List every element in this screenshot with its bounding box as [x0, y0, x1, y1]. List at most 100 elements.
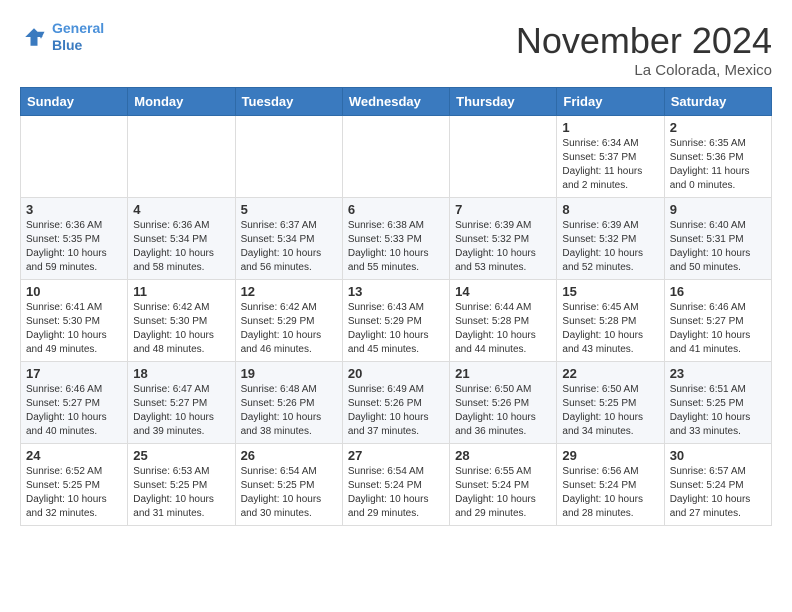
day-number: 18 [133, 366, 229, 381]
calendar-week-row: 3 Sunrise: 6:36 AM Sunset: 5:35 PM Daylig… [21, 198, 772, 280]
day-info: Sunrise: 6:52 AM Sunset: 5:25 PM Dayligh… [26, 465, 122, 521]
day-number: 10 [26, 284, 122, 299]
calendar-cell: 19Sunrise: 6:48 AM Sunset: 5:26 PM Dayli… [235, 362, 342, 444]
day-info: Sunrise: 6:54 AM Sunset: 5:24 PM Dayligh… [348, 465, 444, 521]
calendar-cell: 14Sunrise: 6:44 AM Sunset: 5:28 PM Dayli… [450, 280, 557, 362]
location: La Colorada, Mexico [516, 62, 772, 79]
day-info: Sunrise: 6:36 AM Sunset: 5:35 PM Dayligh… [26, 219, 122, 275]
day-info: Sunrise: 6:47 AM Sunset: 5:27 PM Dayligh… [133, 383, 229, 439]
day-info: Sunrise: 6:49 AM Sunset: 5:26 PM Dayligh… [348, 383, 444, 439]
day-number: 25 [133, 448, 229, 463]
day-number: 5 [241, 202, 337, 217]
day-number: 1 [562, 120, 658, 135]
calendar-cell [128, 116, 235, 198]
calendar-cell: 22 Sunrise: 6:50 AM Sunset: 5:25 PM Dayli… [557, 362, 664, 444]
day-info: Sunrise: 6:46 AM Sunset: 5:27 PM Dayligh… [670, 301, 766, 357]
day-number: 28 [455, 448, 551, 463]
day-info: Sunrise: 6:38 AM Sunset: 5:33 PM Dayligh… [348, 219, 444, 275]
calendar-cell: 5 Sunrise: 6:37 AM Sunset: 5:34 PM Daylig… [235, 198, 342, 280]
day-info: Sunrise: 6:48 AM Sunset: 5:26 PM Dayligh… [241, 383, 337, 439]
day-number: 6 [348, 202, 444, 217]
logo-line2: Blue [52, 37, 82, 53]
day-info: Sunrise: 6:46 AM Sunset: 5:27 PM Dayligh… [26, 383, 122, 439]
calendar-cell: 25Sunrise: 6:53 AM Sunset: 5:25 PM Dayli… [128, 444, 235, 526]
weekday-header-wednesday: Wednesday [342, 88, 449, 116]
calendar-cell [450, 116, 557, 198]
month-title: November 2024 [516, 20, 772, 62]
calendar-week-row: 1 Sunrise: 6:34 AM Sunset: 5:37 PM Daylig… [21, 116, 772, 198]
day-number: 12 [241, 284, 337, 299]
calendar-cell: 6 Sunrise: 6:38 AM Sunset: 5:33 PM Daylig… [342, 198, 449, 280]
calendar-cell: 24 Sunrise: 6:52 AM Sunset: 5:25 PM Dayli… [21, 444, 128, 526]
calendar-cell: 1 Sunrise: 6:34 AM Sunset: 5:37 PM Daylig… [557, 116, 664, 198]
day-info: Sunrise: 6:35 AM Sunset: 5:36 PM Dayligh… [670, 137, 766, 193]
weekday-header-monday: Monday [128, 88, 235, 116]
day-number: 3 [26, 202, 122, 217]
day-number: 22 [562, 366, 658, 381]
calendar-cell: 16 Sunrise: 6:46 AM Sunset: 5:27 PM Dayli… [664, 280, 771, 362]
weekday-header-sunday: Sunday [21, 88, 128, 116]
weekday-header-thursday: Thursday [450, 88, 557, 116]
day-number: 13 [348, 284, 444, 299]
day-info: Sunrise: 6:50 AM Sunset: 5:26 PM Dayligh… [455, 383, 551, 439]
page: General Blue November 2024 La Colorada, … [0, 0, 792, 536]
day-number: 26 [241, 448, 337, 463]
day-number: 21 [455, 366, 551, 381]
weekday-header-row: SundayMondayTuesdayWednesdayThursdayFrid… [21, 88, 772, 116]
calendar-cell: 10 Sunrise: 6:41 AM Sunset: 5:30 PM Dayli… [21, 280, 128, 362]
day-number: 2 [670, 120, 766, 135]
day-number: 16 [670, 284, 766, 299]
day-info: Sunrise: 6:39 AM Sunset: 5:32 PM Dayligh… [562, 219, 658, 275]
calendar-cell [21, 116, 128, 198]
day-info: Sunrise: 6:37 AM Sunset: 5:34 PM Dayligh… [241, 219, 337, 275]
day-number: 23 [670, 366, 766, 381]
calendar-cell: 11Sunrise: 6:42 AM Sunset: 5:30 PM Dayli… [128, 280, 235, 362]
day-number: 17 [26, 366, 122, 381]
calendar-cell: 23Sunrise: 6:51 AM Sunset: 5:25 PM Dayli… [664, 362, 771, 444]
calendar-cell: 2 Sunrise: 6:35 AM Sunset: 5:36 PM Daylig… [664, 116, 771, 198]
calendar-cell: 29Sunrise: 6:56 AM Sunset: 5:24 PM Dayli… [557, 444, 664, 526]
day-number: 9 [670, 202, 766, 217]
day-info: Sunrise: 6:40 AM Sunset: 5:31 PM Dayligh… [670, 219, 766, 275]
day-info: Sunrise: 6:55 AM Sunset: 5:24 PM Dayligh… [455, 465, 551, 521]
day-number: 7 [455, 202, 551, 217]
logo-icon [20, 23, 48, 51]
calendar-cell: 3 Sunrise: 6:36 AM Sunset: 5:35 PM Daylig… [21, 198, 128, 280]
day-number: 30 [670, 448, 766, 463]
day-info: Sunrise: 6:56 AM Sunset: 5:24 PM Dayligh… [562, 465, 658, 521]
calendar-cell [235, 116, 342, 198]
calendar-week-row: 10 Sunrise: 6:41 AM Sunset: 5:30 PM Dayli… [21, 280, 772, 362]
calendar-cell: 30 Sunrise: 6:57 AM Sunset: 5:24 PM Dayli… [664, 444, 771, 526]
calendar-cell [342, 116, 449, 198]
day-info: Sunrise: 6:57 AM Sunset: 5:24 PM Dayligh… [670, 465, 766, 521]
day-number: 8 [562, 202, 658, 217]
day-info: Sunrise: 6:42 AM Sunset: 5:29 PM Dayligh… [241, 301, 337, 357]
logo-line1: General [52, 20, 104, 36]
day-info: Sunrise: 6:50 AM Sunset: 5:25 PM Dayligh… [562, 383, 658, 439]
calendar-cell: 17 Sunrise: 6:46 AM Sunset: 5:27 PM Dayli… [21, 362, 128, 444]
day-info: Sunrise: 6:34 AM Sunset: 5:37 PM Dayligh… [562, 137, 658, 193]
logo: General Blue [20, 20, 104, 54]
calendar-cell: 15Sunrise: 6:45 AM Sunset: 5:28 PM Dayli… [557, 280, 664, 362]
day-number: 15 [562, 284, 658, 299]
calendar-cell: 18 Sunrise: 6:47 AM Sunset: 5:27 PM Dayli… [128, 362, 235, 444]
calendar-cell: 7 Sunrise: 6:39 AM Sunset: 5:32 PM Daylig… [450, 198, 557, 280]
day-number: 24 [26, 448, 122, 463]
calendar-cell: 27Sunrise: 6:54 AM Sunset: 5:24 PM Dayli… [342, 444, 449, 526]
calendar-cell: 4Sunrise: 6:36 AM Sunset: 5:34 PM Daylig… [128, 198, 235, 280]
calendar-cell: 21 Sunrise: 6:50 AM Sunset: 5:26 PM Dayli… [450, 362, 557, 444]
day-info: Sunrise: 6:41 AM Sunset: 5:30 PM Dayligh… [26, 301, 122, 357]
weekday-header-friday: Friday [557, 88, 664, 116]
calendar-cell: 9 Sunrise: 6:40 AM Sunset: 5:31 PM Daylig… [664, 198, 771, 280]
calendar-cell: 13Sunrise: 6:43 AM Sunset: 5:29 PM Dayli… [342, 280, 449, 362]
title-block: November 2024 La Colorada, Mexico [516, 20, 772, 79]
calendar-table: SundayMondayTuesdayWednesdayThursdayFrid… [20, 87, 772, 526]
weekday-header-tuesday: Tuesday [235, 88, 342, 116]
logo-text: General Blue [52, 20, 104, 54]
day-info: Sunrise: 6:39 AM Sunset: 5:32 PM Dayligh… [455, 219, 551, 275]
header: General Blue November 2024 La Colorada, … [20, 20, 772, 79]
day-info: Sunrise: 6:36 AM Sunset: 5:34 PM Dayligh… [133, 219, 229, 275]
day-number: 11 [133, 284, 229, 299]
day-info: Sunrise: 6:54 AM Sunset: 5:25 PM Dayligh… [241, 465, 337, 521]
weekday-header-saturday: Saturday [664, 88, 771, 116]
